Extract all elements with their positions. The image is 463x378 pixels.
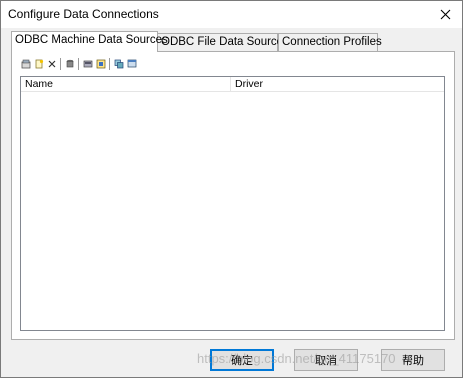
- database-button[interactable]: [64, 58, 75, 70]
- toolbar-separator: [109, 58, 110, 70]
- configure-icon: [21, 59, 31, 69]
- delete-button[interactable]: [46, 58, 57, 70]
- properties-button[interactable]: [82, 58, 93, 70]
- toolbar: [20, 56, 139, 72]
- help-button[interactable]: 帮助: [381, 349, 445, 371]
- properties-icon: [83, 59, 93, 69]
- tab-connection-profiles[interactable]: Connection Profiles: [278, 33, 382, 51]
- list-header: Name Driver: [21, 77, 444, 92]
- close-icon: [440, 9, 451, 20]
- dialog-client-area: ODBC Machine Data Sources ODBC File Data…: [1, 28, 462, 377]
- ok-button[interactable]: 确定: [210, 349, 274, 371]
- export-icon: [96, 59, 106, 69]
- delete-icon: [47, 59, 57, 69]
- dialog-title: Configure Data Connections: [8, 7, 159, 21]
- window-icon: [127, 59, 137, 69]
- title-bar: Configure Data Connections: [1, 1, 462, 28]
- cancel-button[interactable]: 取消: [294, 349, 358, 371]
- window-button[interactable]: [126, 58, 137, 70]
- export-button[interactable]: [95, 58, 106, 70]
- copy-button[interactable]: [113, 58, 124, 70]
- toolbar-separator: [60, 58, 61, 70]
- configure-data-connections-dialog: Configure Data Connections ODBC Machine …: [0, 0, 463, 378]
- column-header-name[interactable]: Name: [21, 77, 231, 92]
- column-header-driver[interactable]: Driver: [231, 77, 431, 92]
- copy-icon: [114, 59, 124, 69]
- new-data-source-icon: [34, 59, 44, 69]
- tab-page-machine-data-sources: Name Driver: [11, 51, 455, 340]
- configure-button[interactable]: [20, 58, 31, 70]
- tab-odbc-machine-data-sources[interactable]: ODBC Machine Data Sources: [11, 31, 168, 52]
- new-data-source-button[interactable]: [33, 58, 44, 70]
- toolbar-separator: [78, 58, 79, 70]
- tab-strip: ODBC Machine Data Sources ODBC File Data…: [11, 31, 456, 52]
- close-button[interactable]: [434, 4, 456, 24]
- tab-odbc-file-data-sources[interactable]: ODBC File Data Sources: [157, 33, 289, 51]
- database-icon: [65, 59, 75, 69]
- data-sources-list[interactable]: Name Driver: [20, 76, 445, 331]
